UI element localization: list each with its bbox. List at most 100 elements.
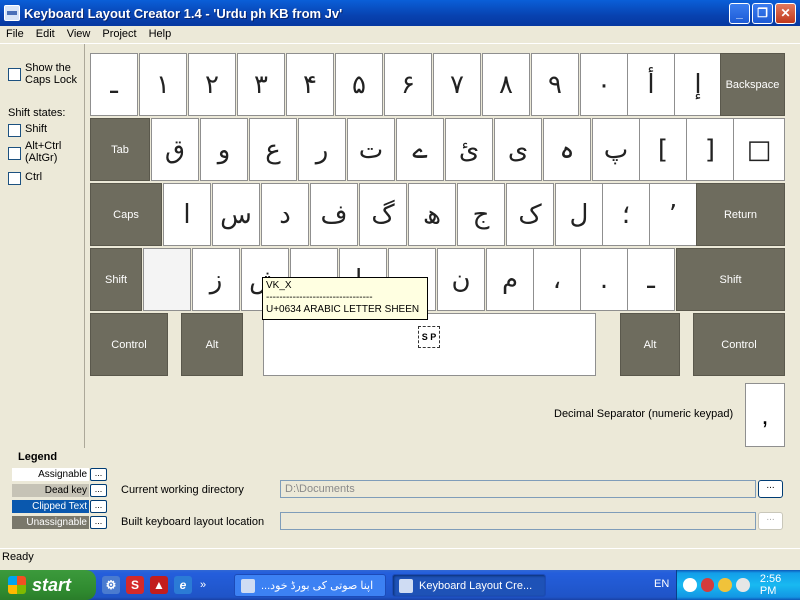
key-4[interactable]: ۴ xyxy=(286,53,334,116)
title-bar[interactable]: Keyboard Layout Creator 1.4 - 'Urdu ph K… xyxy=(0,0,800,26)
key-y[interactable]: ے xyxy=(396,118,444,181)
built-location-label: Built keyboard layout location xyxy=(121,516,265,528)
quicklaunch-chevron-icon[interactable]: » xyxy=(200,579,206,591)
key-alt-left[interactable]: Alt xyxy=(181,313,243,376)
s-app-icon[interactable]: S xyxy=(126,576,144,594)
key-minus[interactable]: أ xyxy=(627,53,675,116)
red-app-icon[interactable]: ▲ xyxy=(150,576,168,594)
key-shift-left[interactable]: Shift xyxy=(90,248,142,311)
tray-arrow-icon[interactable] xyxy=(683,578,697,592)
key-slash[interactable]: ـ xyxy=(627,248,675,311)
legend-assignable-button[interactable]: ... xyxy=(90,468,107,481)
key-9[interactable]: ۹ xyxy=(531,53,579,116)
ctrl-option[interactable]: Ctrl xyxy=(8,171,42,185)
window-title: Keyboard Layout Creator 1.4 - 'Urdu ph K… xyxy=(24,5,343,21)
menu-bar: File Edit View Project Help xyxy=(0,26,800,44)
language-indicator[interactable]: EN xyxy=(654,578,669,590)
caps-lock-checkbox[interactable] xyxy=(8,68,21,81)
key-s[interactable]: س xyxy=(212,183,260,246)
key-7[interactable]: ۷ xyxy=(433,53,481,116)
key-equals[interactable]: إ xyxy=(674,53,722,116)
key-m[interactable]: م xyxy=(486,248,534,311)
key-shift-right[interactable]: Shift xyxy=(676,248,785,311)
key-t[interactable]: ت xyxy=(347,118,395,181)
key-semicolon[interactable]: ؛ xyxy=(602,183,650,246)
key-0[interactable]: ۰ xyxy=(580,53,628,116)
key-1[interactable]: ۱ xyxy=(139,53,187,116)
key-g[interactable]: گ xyxy=(359,183,407,246)
key-comma[interactable]: ، xyxy=(533,248,581,311)
minimize-button[interactable]: _ xyxy=(729,3,750,24)
built-location-browse-button[interactable]: ... xyxy=(758,512,783,530)
key-backspace[interactable]: Backspace xyxy=(720,53,785,116)
altgr-option[interactable]: Alt+Ctrl (AltGr) xyxy=(8,140,73,164)
decimal-separator-label: Decimal Separator (numeric keypad) xyxy=(554,408,734,420)
key-caps[interactable]: Caps xyxy=(90,183,162,246)
key-return[interactable]: Return xyxy=(696,183,785,246)
key-n[interactable]: ن xyxy=(437,248,485,311)
internet-explorer-icon[interactable]: e xyxy=(174,576,192,594)
task-keyboard-layout-creator[interactable]: Keyboard Layout Cre... xyxy=(392,574,546,597)
desktop-icon[interactable]: ⚙ xyxy=(102,576,120,594)
key-f[interactable]: ف xyxy=(310,183,358,246)
maximize-button[interactable]: ❐ xyxy=(752,3,773,24)
close-button[interactable]: ✕ xyxy=(775,3,796,24)
menu-view[interactable]: View xyxy=(61,26,97,43)
current-dir-field[interactable]: D:\Documents xyxy=(280,480,756,498)
security-shield-icon[interactable] xyxy=(700,578,715,592)
key-j[interactable]: ج xyxy=(457,183,505,246)
key-r[interactable]: ر xyxy=(298,118,346,181)
altgr-label: Alt+Ctrl (AltGr) xyxy=(25,140,62,164)
key-decimal[interactable]: , xyxy=(745,383,785,447)
key-d[interactable]: د xyxy=(261,183,309,246)
key-w[interactable]: و xyxy=(200,118,248,181)
key-2[interactable]: ۲ xyxy=(188,53,236,116)
key-tab[interactable]: Tab xyxy=(90,118,150,181)
key-oem3[interactable]: ـ xyxy=(90,53,138,116)
task-browser-window[interactable]: ...اپنا صوتی کی بورڈ خود xyxy=(234,574,386,597)
volume-icon[interactable] xyxy=(736,578,750,592)
caps-lock-option[interactable]: Show the Caps Lock xyxy=(8,62,85,86)
key-i[interactable]: ی xyxy=(494,118,542,181)
key-quote[interactable]: ’ xyxy=(649,183,697,246)
altgr-checkbox[interactable] xyxy=(8,147,21,160)
key-a[interactable]: ا xyxy=(163,183,211,246)
key-q[interactable]: ق xyxy=(151,118,199,181)
key-p[interactable]: پ xyxy=(592,118,640,181)
key-u[interactable]: ئ xyxy=(445,118,493,181)
current-dir-browse-button[interactable]: ... xyxy=(758,480,783,498)
menu-help[interactable]: Help xyxy=(143,26,178,43)
legend-dead-key-button[interactable]: ... xyxy=(90,484,107,497)
key-control-right[interactable]: Control xyxy=(693,313,785,376)
legend-clipped-text-button[interactable]: ... xyxy=(90,500,107,513)
ctrl-checkbox[interactable] xyxy=(8,172,21,185)
key-close-bracket[interactable]: ] xyxy=(686,118,734,181)
key-k[interactable]: ک xyxy=(506,183,554,246)
start-button[interactable]: start xyxy=(0,570,96,600)
key-o[interactable]: ہ xyxy=(543,118,591,181)
menu-project[interactable]: Project xyxy=(96,26,142,43)
key-8[interactable]: ۸ xyxy=(482,53,530,116)
legend-unassignable-button[interactable]: ... xyxy=(90,516,107,529)
built-location-field[interactable] xyxy=(280,512,756,530)
keyboard-app-icon xyxy=(4,5,20,21)
key-backslash[interactable]: □ xyxy=(733,118,785,181)
key-z[interactable]: ز xyxy=(192,248,240,311)
key-h[interactable]: ھ xyxy=(408,183,456,246)
key-l[interactable]: ل xyxy=(555,183,603,246)
key-e[interactable]: ع xyxy=(249,118,297,181)
alert-icon[interactable] xyxy=(718,578,733,592)
key-open-bracket[interactable]: [ xyxy=(639,118,687,181)
menu-edit[interactable]: Edit xyxy=(30,26,61,43)
shift-option[interactable]: Shift xyxy=(8,123,47,137)
key-6[interactable]: ۶ xyxy=(384,53,432,116)
menu-file[interactable]: File xyxy=(0,26,30,43)
key-control-left[interactable]: Control xyxy=(90,313,168,376)
clock[interactable]: 2:56 PM xyxy=(760,573,800,597)
key-oem102[interactable] xyxy=(143,248,191,311)
key-period[interactable]: . xyxy=(580,248,628,311)
key-alt-right[interactable]: Alt xyxy=(620,313,680,376)
shift-checkbox[interactable] xyxy=(8,124,21,137)
key-3[interactable]: ۳ xyxy=(237,53,285,116)
key-5[interactable]: ۵ xyxy=(335,53,383,116)
